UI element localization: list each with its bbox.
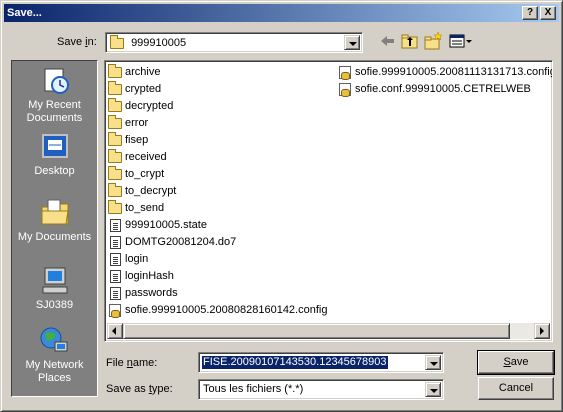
file-item-name: loginHash bbox=[125, 270, 174, 282]
file-list-item[interactable]: sofie.conf.999910005.CETRELWEB bbox=[337, 81, 552, 98]
file-name-field[interactable]: FISE.20090107143530.12345678903 bbox=[198, 352, 444, 373]
help-icon: ? bbox=[526, 7, 534, 18]
file-item-name: to_send bbox=[125, 202, 165, 214]
chevron-down-icon[interactable] bbox=[344, 35, 360, 50]
scroll-left-button[interactable] bbox=[107, 323, 123, 339]
file-list-item[interactable]: loginHash bbox=[107, 268, 327, 285]
close-icon: X bbox=[544, 7, 552, 18]
file-list-item[interactable]: crypted bbox=[107, 80, 327, 98]
file-item-name: sofie.999910005.20080828160142.config bbox=[125, 304, 328, 316]
folder-icon bbox=[108, 63, 122, 78]
close-button[interactable]: X bbox=[540, 6, 556, 20]
help-button[interactable]: ? bbox=[522, 6, 538, 20]
file-list-item[interactable]: login bbox=[107, 251, 327, 268]
place-my-recent-documents[interactable]: My Recent Documents bbox=[12, 65, 97, 125]
file-list-item[interactable]: received bbox=[107, 148, 327, 166]
network-places-icon bbox=[39, 325, 71, 357]
chevron-down-icon[interactable] bbox=[425, 382, 441, 397]
view-menu-icon bbox=[449, 34, 472, 48]
folder-icon bbox=[108, 131, 122, 146]
folder-icon bbox=[108, 148, 122, 163]
place-desktop[interactable]: Desktop bbox=[12, 131, 97, 178]
file-icon bbox=[109, 252, 121, 266]
file-list-item[interactable]: fisep bbox=[107, 131, 327, 149]
back-button[interactable] bbox=[377, 31, 399, 51]
folder-icon bbox=[108, 199, 122, 214]
new-folder-icon bbox=[424, 31, 443, 50]
recent-documents-icon bbox=[39, 65, 71, 97]
config-file-icon bbox=[339, 82, 351, 97]
file-list-item[interactable]: to_send bbox=[107, 199, 327, 217]
folder-icon bbox=[108, 97, 122, 112]
file-list-column-1: archive crypted decrypted error fisep receive… bbox=[107, 63, 327, 319]
up-folder-icon bbox=[401, 34, 418, 49]
file-item-name: crypted bbox=[125, 83, 162, 95]
folder-icon bbox=[108, 182, 122, 197]
folder-icon bbox=[108, 80, 122, 95]
file-item-name: received bbox=[125, 151, 167, 163]
desktop-icon bbox=[39, 131, 71, 163]
file-list-item[interactable]: to_decrypt bbox=[107, 182, 327, 200]
file-list-item[interactable]: 999910005.state bbox=[107, 217, 327, 234]
up-one-level-button[interactable] bbox=[399, 31, 421, 51]
file-item-name: to_decrypt bbox=[125, 185, 177, 197]
file-list-item[interactable]: to_crypt bbox=[107, 165, 327, 183]
file-icon bbox=[109, 269, 121, 283]
folder-icon bbox=[110, 34, 124, 49]
file-item-name: DOMTG20081204.do7 bbox=[125, 236, 237, 248]
file-item-name: error bbox=[125, 117, 149, 129]
file-icon bbox=[109, 235, 121, 249]
file-item-name: sofie.999910005.20081113131713.config bbox=[355, 66, 553, 78]
title-bar[interactable]: Save... ? X bbox=[4, 4, 559, 22]
file-icon bbox=[109, 286, 121, 300]
save-as-type-value: Tous les fichiers (*.*) bbox=[203, 383, 304, 395]
save-in-label: Save in: bbox=[57, 36, 97, 48]
file-item-name: login bbox=[125, 253, 149, 265]
place-my-documents[interactable]: My Documents bbox=[12, 197, 97, 244]
file-list-item[interactable]: archive bbox=[107, 63, 327, 81]
scroll-right-button[interactable] bbox=[534, 323, 550, 339]
folder-icon bbox=[108, 114, 122, 129]
config-file-icon bbox=[339, 65, 351, 80]
places-bar: My Recent Documents Desktop My Documents… bbox=[11, 60, 98, 397]
save-as-type-label: Save as type: bbox=[106, 383, 173, 395]
view-menu-button[interactable] bbox=[447, 31, 473, 51]
file-list-column-2: sofie.999910005.20081113131713.config sof… bbox=[337, 64, 553, 98]
save-button[interactable]: Save bbox=[477, 350, 555, 375]
save-in-dropdown[interactable]: 999910005 bbox=[105, 32, 363, 53]
back-arrow-icon bbox=[381, 36, 394, 46]
computer-icon bbox=[39, 265, 71, 297]
new-folder-button[interactable] bbox=[422, 31, 444, 51]
file-item-name: archive bbox=[125, 66, 161, 78]
file-item-name: fisep bbox=[125, 134, 149, 146]
file-name-dropdown-icon[interactable] bbox=[425, 355, 441, 370]
config-file-icon bbox=[109, 303, 121, 318]
file-item-name: passwords bbox=[125, 287, 178, 299]
place-my-network-places[interactable]: My Network Places bbox=[12, 325, 97, 385]
file-list-item[interactable]: decrypted bbox=[107, 97, 327, 115]
my-documents-icon bbox=[39, 197, 71, 229]
file-item-name: to_crypt bbox=[125, 168, 165, 180]
cancel-button[interactable]: Cancel bbox=[478, 377, 554, 400]
horizontal-scrollbar[interactable] bbox=[107, 323, 550, 339]
window-title: Save... bbox=[7, 7, 42, 19]
folder-icon bbox=[108, 165, 122, 180]
file-name-label: File name: bbox=[106, 357, 158, 369]
scrollbar-thumb[interactable] bbox=[123, 323, 510, 339]
file-item-name: 999910005.state bbox=[125, 219, 207, 231]
file-list-item[interactable]: sofie.999910005.20080828160142.config bbox=[107, 302, 327, 319]
file-list[interactable]: archive crypted decrypted error fisep receive… bbox=[104, 60, 553, 342]
file-list-item[interactable]: sofie.999910005.20081113131713.config bbox=[337, 64, 553, 81]
file-item-name: decrypted bbox=[125, 100, 174, 112]
file-icon bbox=[109, 218, 121, 232]
file-list-item[interactable]: error bbox=[107, 114, 327, 132]
file-list-item[interactable]: passwords bbox=[107, 285, 327, 302]
file-name-value: FISE.20090107143530.12345678903 bbox=[202, 356, 388, 369]
save-dialog: Save... ? X Save in: 999910005 My Recent… bbox=[0, 0, 563, 412]
file-item-name: sofie.conf.999910005.CETRELWEB bbox=[355, 83, 531, 95]
place-computer[interactable]: SJ0389 bbox=[12, 265, 97, 312]
file-list-item[interactable]: DOMTG20081204.do7 bbox=[107, 234, 327, 251]
save-in-value: 999910005 bbox=[131, 37, 187, 49]
save-as-type-dropdown[interactable]: Tous les fichiers (*.*) bbox=[198, 379, 444, 400]
